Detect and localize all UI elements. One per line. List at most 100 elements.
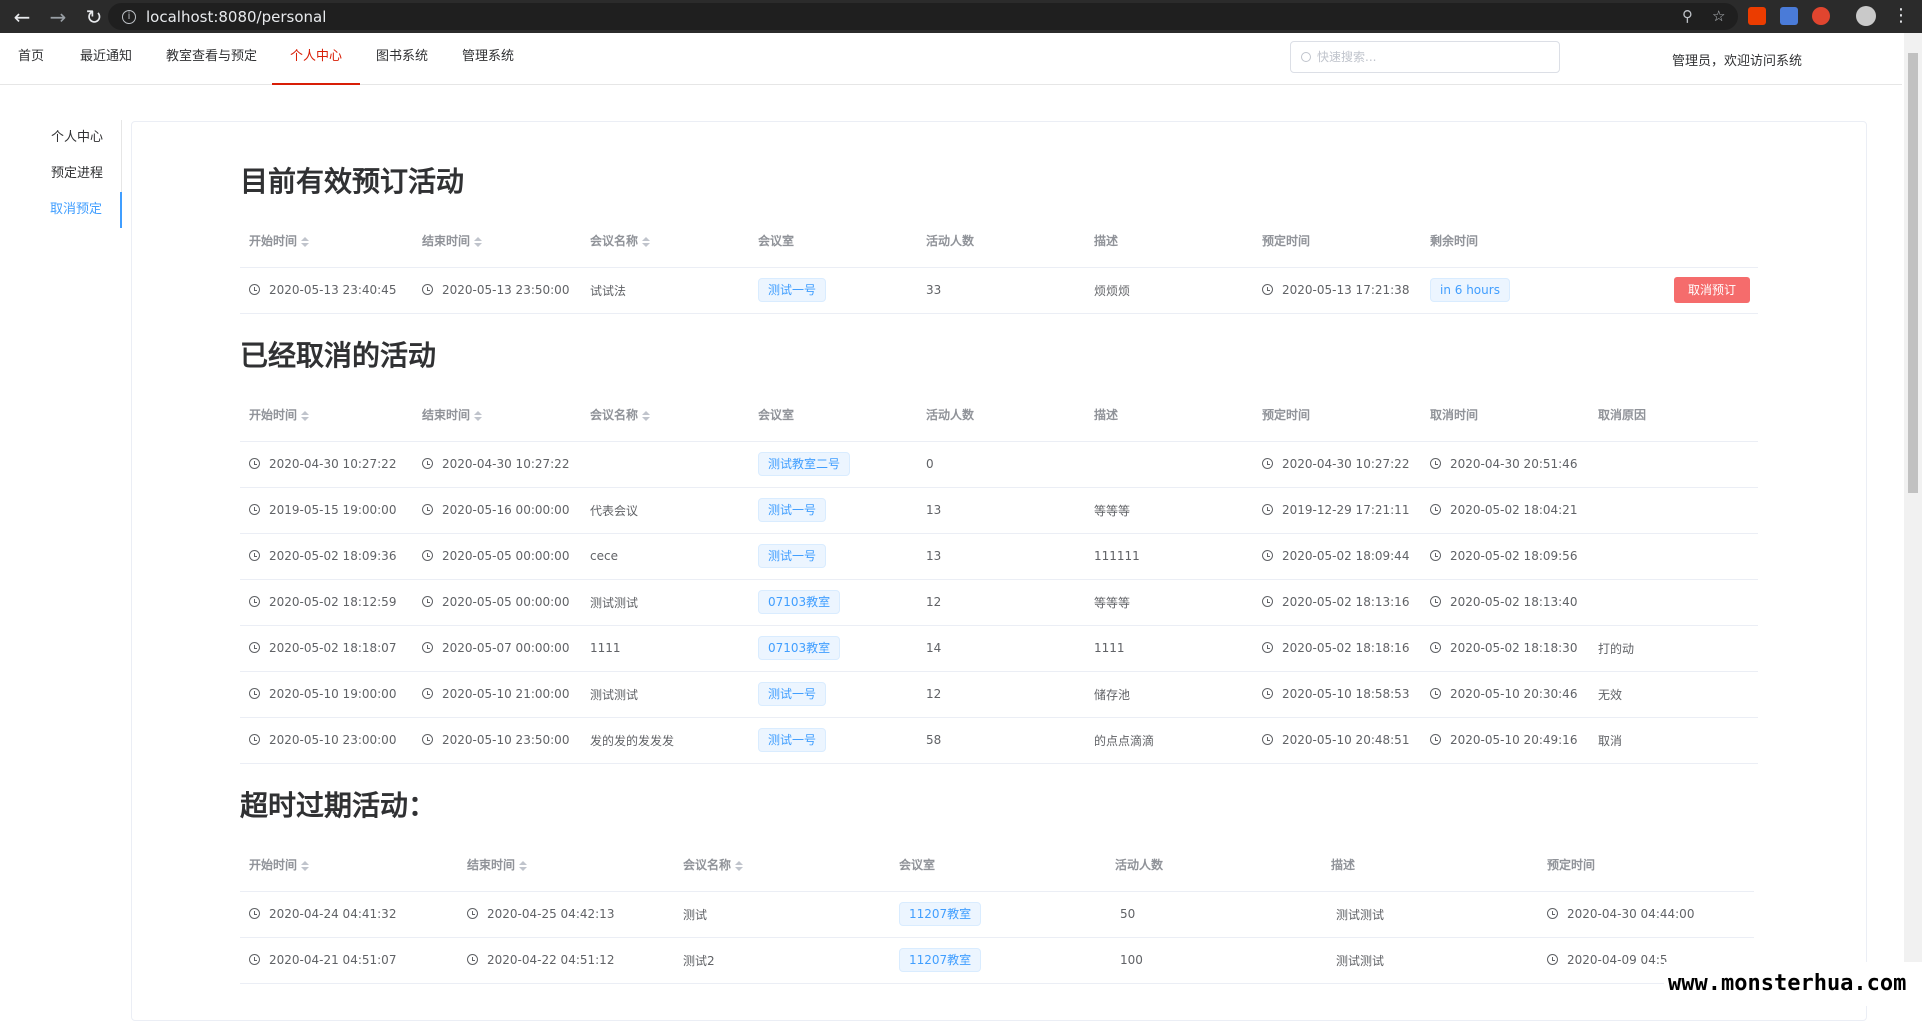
clock-icon xyxy=(1430,688,1441,699)
scrollbar-thumb[interactable] xyxy=(1908,53,1918,493)
cancel-booking-button[interactable]: 取消预订 xyxy=(1674,277,1750,303)
room-tag: 07103教室 xyxy=(758,636,841,660)
col-desc: 描述 xyxy=(1085,215,1253,268)
col-end-time[interactable]: 结束时间 xyxy=(413,215,581,268)
clock-icon xyxy=(422,458,433,469)
search-icon xyxy=(1301,52,1311,62)
zoom-icon[interactable]: ⚲ xyxy=(1682,7,1693,25)
col-cancel-reason: 取消原因 xyxy=(1589,389,1758,442)
nav-library[interactable]: 图书系统 xyxy=(358,33,446,85)
col-desc: 描述 xyxy=(1322,839,1538,892)
col-room: 会议室 xyxy=(890,839,1106,892)
clock-icon xyxy=(422,596,433,607)
nav-home[interactable]: 首页 xyxy=(0,33,62,85)
clock-icon xyxy=(422,734,433,745)
browser-menu-icon[interactable]: ⋮ xyxy=(1892,5,1910,26)
clock-icon xyxy=(1430,550,1441,561)
cancelled-title: 已经取消的活动 xyxy=(240,339,437,372)
nav-classroom-booking[interactable]: 教室查看与预定 xyxy=(148,33,275,85)
clock-icon xyxy=(249,908,260,919)
translate-extension-icon[interactable] xyxy=(1780,7,1798,25)
col-end-time[interactable]: 结束时间 xyxy=(413,389,581,442)
col-meeting-name[interactable]: 会议名称 xyxy=(674,839,890,892)
clock-icon xyxy=(467,908,478,919)
back-icon[interactable]: ← xyxy=(4,5,40,29)
table-row: 2020-05-02 18:12:59 2020-05-05 00:00:00 测试… xyxy=(240,579,1758,626)
room-tag: 测试一号 xyxy=(758,728,827,752)
col-start-time[interactable]: 开始时间 xyxy=(240,839,458,892)
col-people: 活动人数 xyxy=(1106,839,1322,892)
clock-icon xyxy=(1262,284,1273,295)
sort-icon[interactable] xyxy=(474,236,483,247)
clock-icon xyxy=(249,284,260,295)
site-info-icon[interactable]: i xyxy=(122,9,136,24)
col-start-time[interactable]: 开始时间 xyxy=(240,215,413,268)
sidebar-item-cancel-booking[interactable]: 取消预定 xyxy=(0,192,122,228)
sort-icon[interactable] xyxy=(301,236,310,247)
clock-icon xyxy=(1547,908,1558,919)
sidebar-item-booking-progress[interactable]: 预定进程 xyxy=(0,156,122,192)
room-tag: 11207教室 xyxy=(899,948,982,972)
sort-icon[interactable] xyxy=(519,860,528,871)
col-meeting-name[interactable]: 会议名称 xyxy=(581,215,749,268)
clock-icon xyxy=(1262,504,1273,515)
nav-admin[interactable]: 管理系统 xyxy=(444,33,532,85)
nav-notices[interactable]: 最近通知 xyxy=(62,33,150,85)
sort-icon[interactable] xyxy=(301,860,310,871)
clock-icon xyxy=(1262,688,1273,699)
clock-icon xyxy=(467,954,478,965)
clock-icon xyxy=(1262,550,1273,561)
nav-personal-center[interactable]: 个人中心 xyxy=(272,33,361,85)
col-people: 活动人数 xyxy=(917,215,1085,268)
room-tag: 测试一号 xyxy=(758,498,827,522)
col-start-time[interactable]: 开始时间 xyxy=(240,389,413,442)
clock-icon xyxy=(249,642,260,653)
block-extension-icon[interactable] xyxy=(1812,7,1830,25)
table-row: 2020-05-10 19:00:00 2020-05-10 21:00:00 测试… xyxy=(240,671,1758,718)
expired-title: 超时过期活动： xyxy=(240,789,437,822)
sort-icon[interactable] xyxy=(642,236,651,247)
sort-icon[interactable] xyxy=(474,410,483,421)
table-row: 2019-05-15 19:00:00 2020-05-16 00:00:00 代表… xyxy=(240,487,1758,534)
office-extension-icon[interactable] xyxy=(1748,7,1766,25)
bookmark-star-icon[interactable]: ☆ xyxy=(1712,7,1725,25)
col-room: 会议室 xyxy=(749,389,917,442)
col-meeting-name[interactable]: 会议名称 xyxy=(581,389,749,442)
col-end-time[interactable]: 结束时间 xyxy=(458,839,674,892)
profile-avatar-icon[interactable] xyxy=(1856,6,1876,26)
sidebar-item-personal-center[interactable]: 个人中心 xyxy=(0,120,122,156)
sort-icon[interactable] xyxy=(642,410,651,421)
table-header: 开始时间 结束时间 会议名称 会议室 活动人数 描述 预定时间 剩余时间 xyxy=(240,215,1758,268)
clock-icon xyxy=(1262,458,1273,469)
search-input[interactable] xyxy=(1317,50,1537,64)
reload-icon[interactable]: ↻ xyxy=(76,5,112,29)
clock-icon xyxy=(1430,596,1441,607)
sort-icon[interactable] xyxy=(735,860,744,871)
clock-icon xyxy=(1430,734,1441,745)
room-tag: 07103教室 xyxy=(758,590,841,614)
clock-icon xyxy=(249,734,260,745)
page-scrollbar[interactable] xyxy=(1904,33,1922,1006)
welcome-text: 管理员，欢迎访问系统 xyxy=(1672,54,1803,69)
table-row: 2020-05-02 18:09:36 2020-05-05 00:00:00 ce… xyxy=(240,533,1758,580)
clock-icon xyxy=(1262,596,1273,607)
room-tag: 测试教室二号 xyxy=(758,452,851,476)
active-bookings-table: 开始时间 结束时间 会议名称 会议室 活动人数 描述 预定时间 剩余时间 202… xyxy=(240,215,1758,314)
table-row: 2020-04-30 10:27:22 2020-04-30 10:27:22 测试… xyxy=(240,441,1758,488)
room-tag: 测试一号 xyxy=(758,544,827,568)
active-bookings-title: 目前有效预订活动 xyxy=(240,165,465,198)
clock-icon xyxy=(1430,642,1441,653)
sidebar: 个人中心 预定进程 取消预定 xyxy=(0,120,122,228)
table-header: 开始时间 结束时间 会议名称 会议室 活动人数 描述 预定时间 取消时间 取消原… xyxy=(240,389,1758,442)
table-row: 2020-04-21 04:51:07 2020-04-22 04:51:12 测试… xyxy=(240,937,1754,984)
forward-icon[interactable]: → xyxy=(40,5,76,29)
clock-icon xyxy=(249,596,260,607)
table-row: 2020-05-10 23:00:00 2020-05-10 23:50:00 发的… xyxy=(240,717,1758,764)
clock-icon xyxy=(422,284,433,295)
col-actions xyxy=(1589,215,1758,268)
clock-icon xyxy=(249,458,260,469)
table-row: 2020-05-02 18:18:07 2020-05-07 00:00:00 11… xyxy=(240,625,1758,672)
sort-icon[interactable] xyxy=(301,410,310,421)
address-bar[interactable]: i localhost:8080/personal ⚲ ☆ xyxy=(108,3,1738,30)
table-header: 开始时间 结束时间 会议名称 会议室 活动人数 描述 预定时间 xyxy=(240,839,1754,892)
